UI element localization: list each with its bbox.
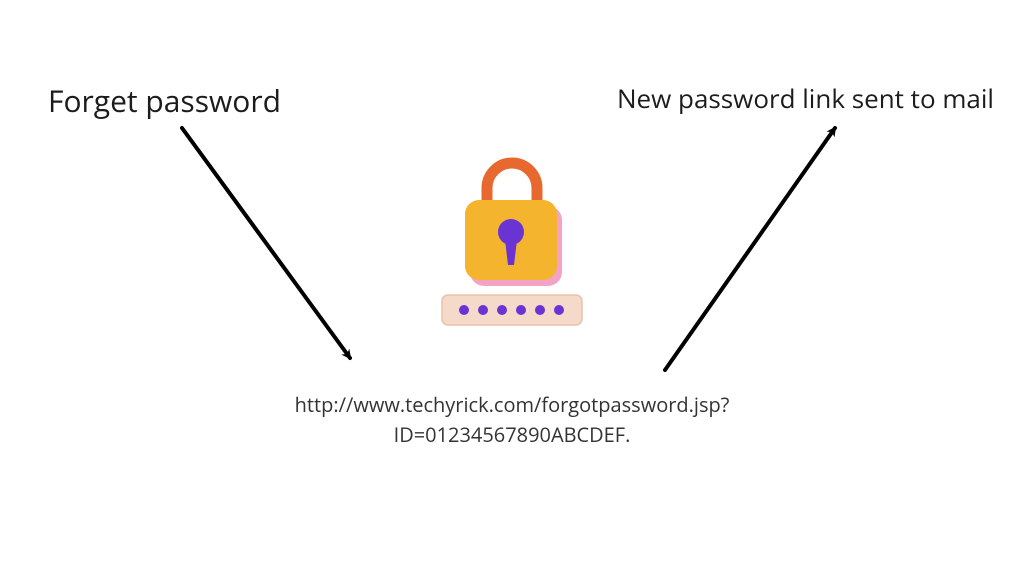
reset-url-text: http://www.techyrick.com/forgotpassword.… bbox=[295, 390, 730, 450]
reset-url-line2: ID=01234567890ABCDEF. bbox=[295, 420, 730, 450]
diagram-canvas: Forget password New password link sent t… bbox=[0, 0, 1024, 576]
reset-url-line1: http://www.techyrick.com/forgotpassword.… bbox=[295, 390, 730, 420]
lock-password-icon bbox=[432, 140, 592, 335]
